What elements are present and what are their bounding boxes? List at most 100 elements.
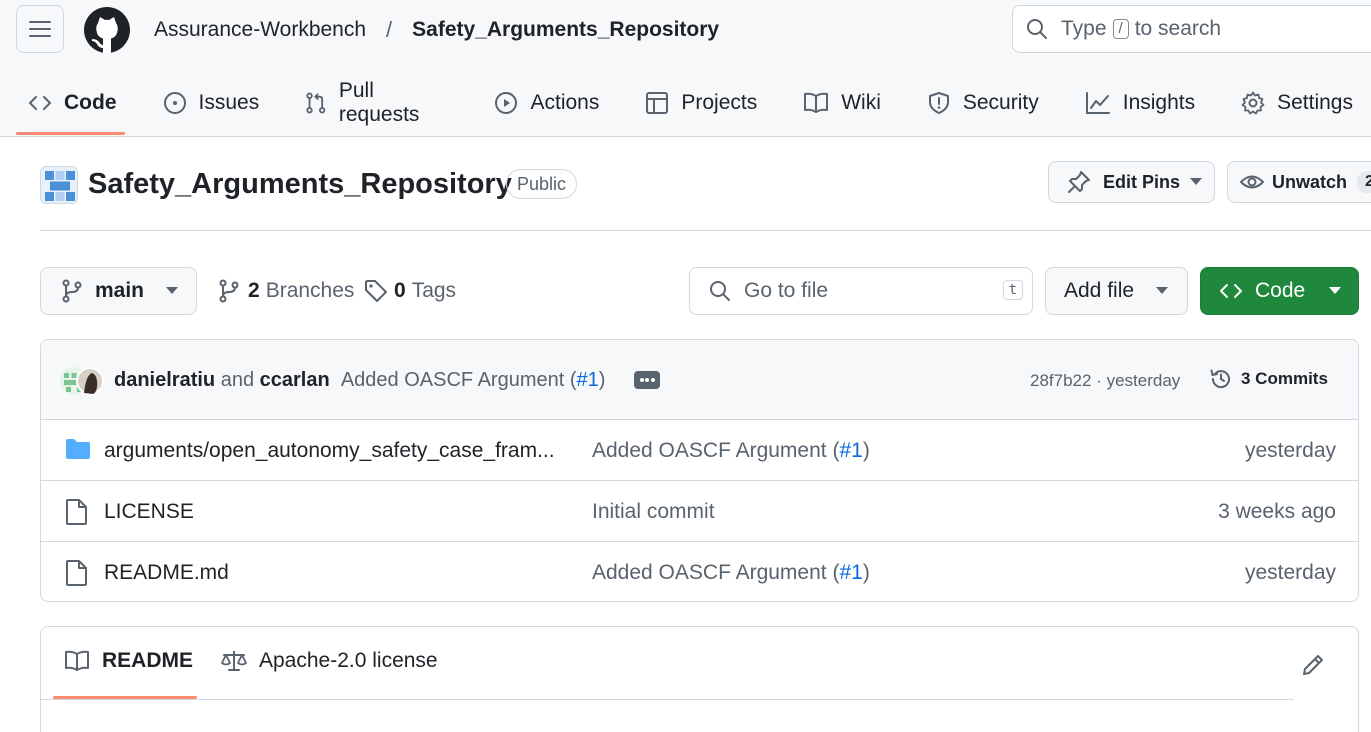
edit-pins-label: Edit Pins	[1103, 171, 1181, 192]
graph-icon	[1085, 92, 1110, 114]
tab-code[interactable]: Code	[0, 72, 135, 135]
tab-readme-label: README	[102, 649, 194, 672]
add-file-button[interactable]: Add file	[1045, 267, 1188, 315]
caret-down-icon	[166, 287, 179, 294]
go-to-file-input[interactable]: Go to file t	[689, 267, 1033, 315]
file-row[interactable]: arguments/open_autonomy_safety_case_fram…	[41, 420, 1358, 481]
tab-projects-label: Projects	[681, 91, 758, 114]
tab-readme[interactable]: README	[64, 649, 193, 673]
tab-projects[interactable]: Projects	[617, 72, 775, 134]
breadcrumb-repo[interactable]: Safety_Arguments_Repository	[412, 18, 719, 42]
law-icon	[221, 651, 247, 671]
github-logo-icon[interactable]	[83, 6, 131, 54]
unwatch-label: Unwatch	[1272, 171, 1348, 192]
gear-icon	[1241, 91, 1265, 115]
tab-actions[interactable]: Actions	[466, 72, 617, 134]
tab-security-label: Security	[962, 91, 1039, 114]
go-to-file-placeholder: Go to file	[744, 279, 829, 302]
repo-avatar	[40, 166, 78, 204]
add-file-label: Add file	[1064, 279, 1135, 302]
hamburger-icon	[29, 21, 51, 37]
branches-link[interactable]: 2 Branches	[218, 279, 354, 303]
search-input[interactable]: Type / to search	[1012, 5, 1371, 53]
branch-icon	[62, 279, 82, 303]
commit-pr-link[interactable]: #1	[577, 369, 599, 391]
file-commit-text: Added OASCF Argument (	[592, 439, 840, 462]
ellipsis-dot	[639, 378, 644, 382]
search-icon	[1027, 19, 1047, 39]
tab-security[interactable]: Security	[899, 72, 1057, 134]
branch-select-button[interactable]: main	[40, 267, 197, 315]
commit-message-end: )	[598, 369, 606, 391]
edit-pins-button[interactable]: Edit Pins	[1048, 161, 1215, 203]
file-row[interactable]: LICENSE Initial commit 3 weeks ago	[41, 481, 1358, 542]
tab-insights[interactable]: Insights	[1057, 72, 1213, 134]
tab-wiki-label: Wiki	[841, 91, 881, 114]
code-icon	[1220, 284, 1242, 298]
latest-commit-bar: danielratiu and ccarlan Added OASCF Argu…	[41, 340, 1358, 420]
tab-insights-label: Insights	[1122, 91, 1196, 114]
global-header: Assurance-Workbench / Safety_Arguments_R…	[0, 0, 1371, 137]
commit-message[interactable]: Added OASCF Argument (#1)	[341, 369, 606, 391]
file-date: yesterday	[1244, 439, 1336, 462]
header-divider	[40, 230, 1371, 231]
shield-icon	[928, 92, 949, 114]
commit-author-1[interactable]: danielratiu	[114, 369, 215, 391]
commits-history-link[interactable]: 3 Commits	[1209, 367, 1328, 391]
file-commit-pr-link[interactable]: #1	[839, 439, 862, 462]
caret-down-icon	[1190, 178, 1203, 185]
commit-sha[interactable]: 28f7b22	[1030, 371, 1091, 390]
tab-settings-label: Settings	[1277, 91, 1353, 114]
tab-license-label: Apache-2.0 license	[259, 649, 438, 672]
book-icon	[804, 92, 829, 113]
file-name[interactable]: LICENSE	[104, 500, 194, 524]
file-commit-message[interactable]: Added OASCF Argument (#1)	[592, 439, 870, 463]
menu-button[interactable]	[16, 5, 64, 53]
active-tab-indicator	[53, 696, 197, 699]
caret-down-icon	[1329, 287, 1342, 294]
file-name[interactable]: README.md	[104, 561, 229, 585]
tab-wiki[interactable]: Wiki	[775, 72, 899, 134]
file-table: danielratiu and ccarlan Added OASCF Argu…	[40, 339, 1359, 602]
author-avatars[interactable]	[60, 367, 104, 395]
tags-link[interactable]: 0 Tags	[364, 279, 456, 303]
caret-down-icon	[1156, 287, 1169, 294]
file-commit-pr-link[interactable]: #1	[839, 561, 862, 584]
tab-settings[interactable]: Settings	[1213, 72, 1371, 134]
file-commit-message[interactable]: Added OASCF Argument (#1)	[592, 561, 870, 585]
code-dropdown-button[interactable]: Code	[1200, 267, 1359, 315]
pull-request-icon	[306, 92, 326, 114]
breadcrumb-owner[interactable]: Assurance-Workbench	[154, 18, 366, 42]
visibility-badge: Public	[506, 169, 578, 199]
table-icon	[646, 92, 669, 114]
repo-nav: Code Issues Pull requests Actions Projec…	[0, 72, 1371, 136]
file-commit-text: Initial commit	[592, 500, 715, 523]
branch-name: main	[95, 279, 145, 302]
breadcrumb-separator: /	[386, 17, 393, 42]
file-date: yesterday	[1244, 561, 1336, 584]
branches-count: 2	[248, 279, 260, 302]
file-row[interactable]: README.md Added OASCF Argument (#1) yest…	[41, 542, 1358, 601]
pencil-icon[interactable]	[1301, 653, 1325, 677]
branch-icon	[219, 279, 239, 303]
branches-label: Branches	[265, 279, 355, 302]
expand-commit-button[interactable]	[634, 371, 660, 389]
ellipsis-dot	[650, 378, 655, 382]
folder-icon	[66, 439, 90, 459]
repo-title[interactable]: Safety_Arguments_Repository	[88, 168, 512, 201]
readme-panel: README Apache-2.0 license	[40, 626, 1359, 732]
file-name[interactable]: arguments/open_autonomy_safety_case_fram…	[104, 439, 555, 463]
commit-author-2[interactable]: ccarlan	[260, 369, 330, 391]
identicon-icon	[45, 171, 75, 201]
file-commit-message[interactable]: Initial commit	[592, 500, 715, 524]
tab-pull-requests[interactable]: Pull requests	[277, 72, 466, 134]
code-button-label: Code	[1255, 279, 1306, 302]
watch-count: 2	[1357, 171, 1371, 193]
commit-dot: ·	[1096, 371, 1102, 390]
pin-icon	[1068, 171, 1090, 193]
tab-license[interactable]: Apache-2.0 license	[221, 649, 438, 673]
unwatch-button[interactable]: Unwatch 2	[1227, 161, 1371, 203]
breadcrumb: Assurance-Workbench / Safety_Arguments_R…	[154, 16, 719, 44]
tab-issues[interactable]: Issues	[135, 72, 278, 134]
commit-and: and	[220, 369, 255, 391]
